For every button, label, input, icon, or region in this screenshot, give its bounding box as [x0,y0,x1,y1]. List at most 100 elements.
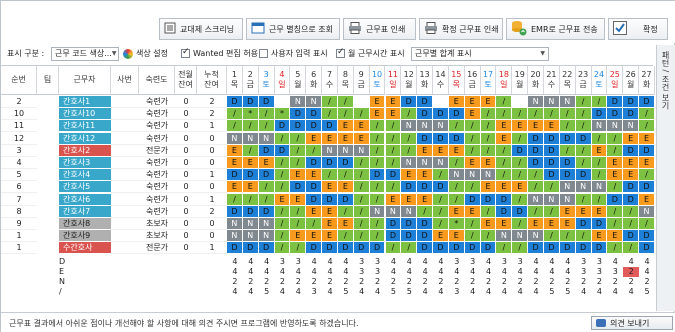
day-header[interactable]: 12 월 [401,66,418,95]
shift-cell[interactable]: E [464,205,481,218]
shift-cell[interactable]: / [353,157,370,169]
shift-cell[interactable]: / [575,96,592,108]
shift-cell[interactable]: E [496,218,513,230]
shift-cell[interactable]: / [544,181,560,194]
shift-cell[interactable]: D [575,132,592,145]
shift-cell[interactable]: E [385,193,402,206]
shift-cell[interactable]: E [496,181,513,194]
shift-cell[interactable]: / [306,218,323,230]
shift-cell[interactable]: N [544,96,560,108]
shift-cell[interactable]: D [639,181,655,194]
shift-cell[interactable]: D [401,230,418,243]
shift-cell[interactable]: D [623,193,640,206]
shift-cell[interactable]: N [528,96,544,108]
day-header[interactable]: 17 토 [480,66,497,95]
day-header[interactable]: 4일 [274,66,291,95]
col-seq[interactable]: 순번 [1,66,37,95]
shift-cell[interactable]: E [512,120,529,133]
shift-cell[interactable] [353,96,370,108]
col-worker[interactable]: 근무자 [59,66,111,95]
shift-cell[interactable]: E [480,96,497,108]
shift-cell[interactable]: / [575,193,592,206]
table-row[interactable]: 1 전문가 0 1 수간호사 D D D / / D D D D D / / D D D D D / / D D D D D / / D [1,242,655,255]
shift-cell[interactable]: / [480,108,497,121]
shift-cell[interactable] [274,96,291,108]
shift-cell[interactable]: * [448,218,465,230]
shift-cell[interactable]: D [242,242,259,255]
shift-cell[interactable]: D [433,181,449,194]
shift-cell[interactable]: D [227,169,243,182]
col-acc-remaining[interactable]: 누적 잔여 [197,66,227,95]
shift-cell[interactable]: / [464,120,481,133]
shift-cell[interactable]: / [274,169,291,182]
shift-cell[interactable]: E [242,181,259,194]
shift-cell[interactable]: / [464,230,481,243]
shift-cell[interactable]: / [401,132,418,145]
shift-cell[interactable]: / [496,96,513,108]
shift-cell[interactable]: E [464,108,481,121]
shift-cell[interactable]: D [480,242,497,255]
day-header[interactable]: 2금 [242,66,259,95]
shift-cell[interactable]: N [369,205,386,218]
shift-cell[interactable]: D [512,144,529,157]
shift-cell[interactable]: E [448,205,465,218]
shift-cell[interactable]: N [591,120,608,133]
shift-cell[interactable]: D [496,193,513,206]
shift-cell[interactable]: / [322,96,338,108]
shift-cell[interactable]: / [353,169,370,182]
shift-cell[interactable]: E [528,120,544,133]
shift-cell[interactable]: / [258,120,275,133]
shift-cell[interactable]: / [274,181,291,194]
shift-cell[interactable]: E [575,205,592,218]
shift-cell[interactable]: E [242,157,259,169]
shift-cell[interactable]: E [322,181,338,194]
shift-cell[interactable]: / [544,205,560,218]
shift-cell[interactable]: / [464,181,481,194]
shift-cell[interactable]: / [591,169,608,182]
send-to-emr-button[interactable]: EMR로 근무표 전송 [506,18,605,40]
shift-cell[interactable]: E [623,157,640,169]
shift-cell[interactable]: N [559,96,576,108]
shift-cell[interactable]: / [623,205,640,218]
shift-cell[interactable]: N [242,230,259,243]
table-row[interactable]: 1 초보자 0 0 간호사9 N N N / E E E / / / D D D E E / / N N N / / / E E D D [1,230,655,243]
shift-cell[interactable]: / [353,205,370,218]
shift-cell[interactable]: N [575,181,592,194]
send-feedback-button[interactable]: 의견 보내기 [591,316,673,330]
shift-cell[interactable]: / [559,108,576,121]
shift-cell[interactable]: / [290,242,307,255]
shift-cell[interactable]: D [417,181,434,194]
shift-screening-button[interactable]: 교대제 스크리닝 [159,18,243,40]
day-header[interactable]: 22 목 [559,66,576,95]
shift-cell[interactable]: / [417,205,434,218]
shift-cell[interactable]: / [575,144,592,157]
shift-cell[interactable]: D [607,96,624,108]
day-header[interactable]: 25 일 [607,66,624,95]
shift-cell[interactable]: D [242,205,259,218]
shift-cell[interactable]: E [290,230,307,243]
shift-cell[interactable]: E [401,169,418,182]
shift-cell[interactable]: D [385,169,402,182]
shift-cell[interactable]: / [575,230,592,243]
shift-cell[interactable]: E [639,157,655,169]
shift-cell[interactable]: / [528,181,544,194]
shift-cell[interactable]: / [496,108,513,121]
shift-cell[interactable]: / [274,132,291,145]
shift-cell[interactable]: / [258,108,275,121]
shift-cell[interactable]: / [480,120,497,133]
shift-cell[interactable]: E [639,132,655,145]
day-header[interactable]: 11 일 [385,66,402,95]
day-header[interactable]: 10 토 [369,66,386,95]
shift-cell[interactable] [512,96,529,108]
shift-cell[interactable]: / [337,96,354,108]
shift-cell[interactable]: E [448,230,465,243]
shift-cell[interactable]: * [274,108,291,121]
shift-cell[interactable]: / [274,205,291,218]
shift-cell[interactable]: / [480,205,497,218]
worker-name[interactable]: 간호사9 [59,230,111,243]
shift-cell[interactable]: / [480,144,497,157]
shift-cell[interactable]: E [258,157,275,169]
shift-cell[interactable]: D [591,242,608,255]
shift-cell[interactable]: D [227,96,243,108]
shift-cell[interactable]: D [258,242,275,255]
